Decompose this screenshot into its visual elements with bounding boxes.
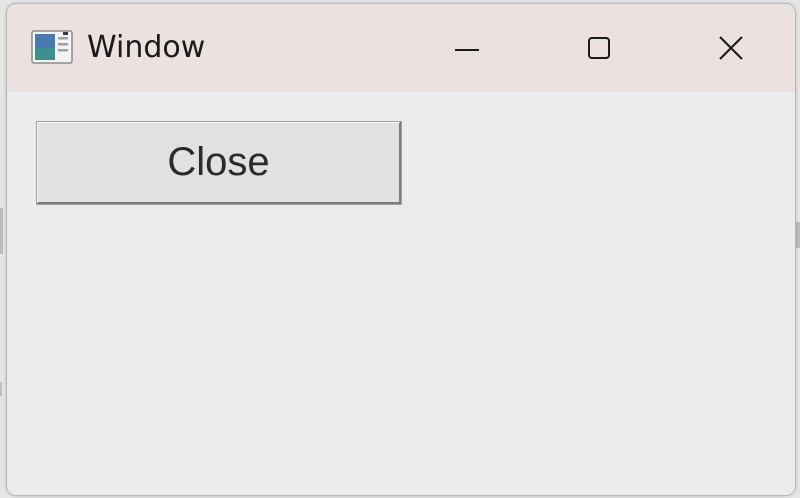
client-area: Close bbox=[7, 92, 795, 495]
background-edge-right bbox=[796, 222, 800, 248]
minimize-button[interactable] bbox=[401, 4, 533, 92]
maximize-icon bbox=[588, 37, 610, 59]
minimize-icon bbox=[455, 49, 479, 51]
maximize-button[interactable] bbox=[533, 4, 665, 92]
close-icon bbox=[719, 36, 743, 60]
app-window: Window Close bbox=[6, 3, 796, 496]
background-edge-left-lower bbox=[0, 382, 2, 396]
window-title: Window bbox=[87, 30, 206, 65]
background-edge-left bbox=[0, 208, 3, 254]
title-bar[interactable]: Window bbox=[7, 4, 795, 92]
close-button[interactable]: Close bbox=[36, 121, 402, 205]
app-window-icon bbox=[31, 30, 73, 64]
window-close-button[interactable] bbox=[665, 4, 795, 92]
